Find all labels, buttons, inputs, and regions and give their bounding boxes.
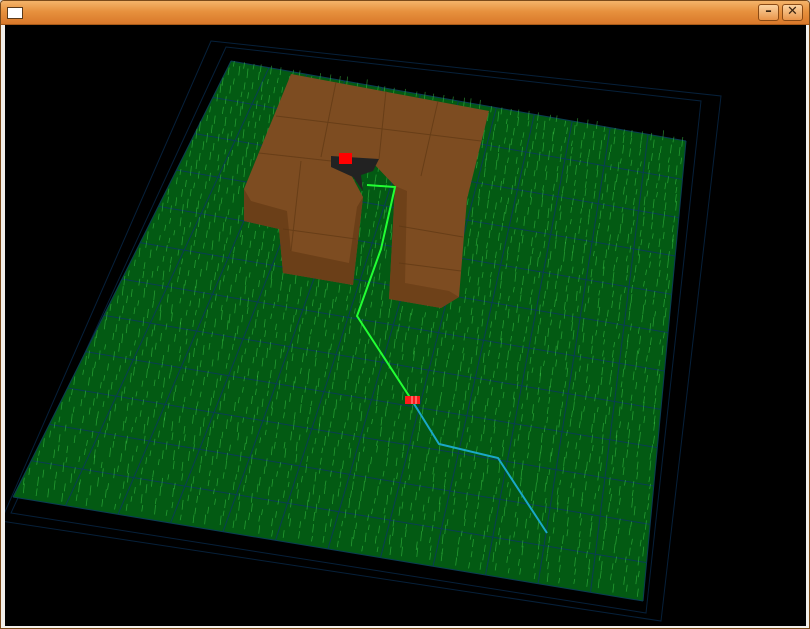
app-window: – ✕ bbox=[0, 0, 810, 629]
minimize-button[interactable]: – bbox=[758, 4, 779, 21]
3d-viewport[interactable] bbox=[5, 25, 806, 626]
window-icon[interactable] bbox=[7, 7, 23, 19]
agent-marker bbox=[339, 153, 352, 164]
title-bar[interactable]: – ✕ bbox=[1, 1, 809, 25]
close-button[interactable]: ✕ bbox=[782, 4, 803, 21]
scene-canvas bbox=[5, 40, 722, 622]
